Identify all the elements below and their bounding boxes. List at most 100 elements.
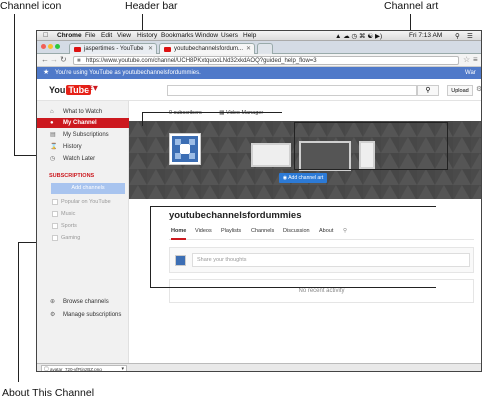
- sidebar-item-what-to-watch[interactable]: ⌂ What to Watch: [37, 107, 129, 117]
- add-channels-button[interactable]: Add channels: [51, 183, 125, 194]
- apple-icon[interactable]: : [43, 32, 48, 39]
- address-bar: ← → ↻ ■ https://www.youtube.com/channel/…: [37, 54, 481, 67]
- status-icons: ▲ ☁ ◷ ⌘ ☯ ▶): [335, 33, 383, 40]
- search-icon: ⚲: [425, 87, 431, 94]
- tab-youtubechannelsfordummies[interactable]: youtubechannelsfordum... ✕: [159, 43, 255, 54]
- browser-menu-icon[interactable]: ≡: [473, 55, 478, 64]
- callout-channel-icon: Channel icon: [0, 0, 62, 12]
- callout-channel-art: Channel art: [384, 0, 439, 12]
- sidebar-item-my-subscriptions[interactable]: ▤ My Subscriptions: [37, 130, 129, 140]
- reload-icon[interactable]: ↻: [60, 55, 67, 64]
- guide-menu-icon[interactable]: ≡▾: [87, 83, 98, 94]
- suggestion-label: Popular on YouTube: [61, 199, 111, 205]
- bookmark-star-icon[interactable]: ☆: [463, 55, 470, 64]
- download-filename: avatar_720-vfFtjnzBZ.png: [50, 367, 102, 372]
- history-icon: ⌛: [50, 144, 58, 150]
- about-channel-bracket: [150, 206, 436, 288]
- suggestion-label: Sports: [61, 223, 77, 229]
- channel-art-bracket: [294, 122, 448, 170]
- sidebar-item-watch-later[interactable]: ◷ Watch Later: [37, 154, 129, 164]
- tab-close-icon[interactable]: ✕: [148, 45, 153, 52]
- clock-icon: ◷: [50, 156, 56, 162]
- callout-line: [14, 14, 16, 156]
- sidebar-item-history[interactable]: ⌛ History: [37, 142, 129, 152]
- menu-file[interactable]: File: [85, 32, 95, 39]
- page-icon: ■: [77, 58, 81, 64]
- gear-icon: ⚙: [50, 312, 56, 318]
- sidebar-item-my-channel[interactable]: ● My Channel: [37, 118, 129, 128]
- menu-clock: Fri 7:13 AM: [409, 32, 443, 39]
- upload-button[interactable]: Upload: [447, 85, 473, 96]
- window-close-icon[interactable]: [41, 44, 46, 49]
- tab-close-icon[interactable]: ✕: [246, 45, 251, 52]
- subscriptions-icon: ▤: [50, 132, 56, 138]
- callout-line: [18, 242, 20, 382]
- desktop-device-icon: [251, 143, 291, 167]
- youtube-favicon-icon: [164, 47, 171, 52]
- suggestion-icon: [52, 211, 58, 217]
- menu-bookmarks[interactable]: Bookmarks: [161, 32, 194, 39]
- settings-gear-icon[interactable]: ⚙: [476, 85, 481, 93]
- menu-history[interactable]: History: [137, 32, 157, 39]
- menu-users[interactable]: Users: [221, 32, 238, 39]
- browser-tab-bar: jaspertimes - YouTube ✕ youtubechannelsf…: [37, 41, 481, 54]
- sidebar-item-browse-channels[interactable]: ⊕ Browse channels: [37, 297, 129, 307]
- add-channel-art-label: Add channel art: [288, 175, 324, 181]
- sidebar-item-label: Watch Later: [63, 156, 96, 162]
- identity-notice-bar: ★ You're using YouTube as youtubechannel…: [37, 67, 481, 79]
- tab-label: youtubechannelsfordum...: [174, 46, 244, 52]
- suggestion-popular[interactable]: Popular on YouTube: [51, 197, 125, 208]
- youtube-header: You Tube ≡▾ ⚲ Upload ⚙: [37, 79, 481, 101]
- header-bar-bracket: [142, 112, 282, 126]
- url-text: https://www.youtube.com/channel/UCH8PKxt…: [86, 58, 317, 64]
- window-minimize-icon[interactable]: [48, 44, 53, 49]
- tab-jaspertimes[interactable]: jaspertimes - YouTube ✕: [69, 43, 157, 54]
- menu-help[interactable]: Help: [243, 32, 256, 39]
- channel-icon[interactable]: [169, 133, 201, 165]
- browser-window:  Chrome File Edit View History Bookmark…: [36, 30, 482, 372]
- youtube-logo[interactable]: You Tube: [49, 85, 92, 95]
- sidebar-item-label: My Channel: [63, 120, 97, 126]
- suggestion-sports[interactable]: Sports: [51, 221, 125, 232]
- download-menu-icon[interactable]: ▾: [121, 366, 124, 371]
- file-icon: ▢: [44, 366, 49, 372]
- forward-arrow-icon[interactable]: →: [50, 55, 58, 64]
- menu-app-name[interactable]: Chrome: [57, 32, 82, 39]
- home-icon: ⌂: [50, 109, 54, 115]
- window-zoom-icon[interactable]: [55, 44, 60, 49]
- callout-about-channel: About This Channel: [2, 387, 95, 399]
- back-arrow-icon[interactable]: ←: [41, 55, 49, 64]
- logo-you: You: [49, 85, 66, 95]
- menu-view[interactable]: View: [117, 32, 131, 39]
- add-channel-art-button[interactable]: ◉ Add channel art: [279, 173, 327, 183]
- no-activity-text: No recent activity: [298, 288, 345, 294]
- sidebar-item-label: What to Watch: [63, 109, 103, 115]
- suggestion-label: Music: [61, 211, 76, 217]
- youtube-favicon-icon: [74, 47, 81, 52]
- sidebar-item-manage-subscriptions[interactable]: ⚙ Manage subscriptions: [37, 310, 129, 320]
- suggestion-icon: [52, 199, 58, 205]
- spotlight-search-icon[interactable]: ⚲: [455, 32, 460, 40]
- search-input[interactable]: [167, 85, 417, 96]
- notification-list-icon[interactable]: ☰: [467, 32, 473, 40]
- menu-edit[interactable]: Edit: [101, 32, 112, 39]
- suggestion-gaming[interactable]: Gaming: [51, 233, 125, 244]
- sidebar-item-label: Browse channels: [63, 299, 109, 305]
- url-field[interactable]: ■ https://www.youtube.com/channel/UCH8PK…: [73, 56, 459, 65]
- suggestion-icon: [52, 223, 58, 229]
- notice-text: You're using YouTube as youtubechannelsf…: [55, 70, 201, 76]
- star-icon: ★: [43, 69, 50, 76]
- search-button[interactable]: ⚲: [417, 85, 439, 96]
- download-item[interactable]: ▢ avatar_720-vfFtjnzBZ.png ▾: [41, 365, 127, 372]
- channel-icon-image: [172, 136, 198, 162]
- channel-icon-symbol: [175, 139, 195, 159]
- tab-label: jaspertimes - YouTube: [84, 46, 144, 52]
- new-tab-button[interactable]: [257, 43, 273, 54]
- suggestion-icon: [52, 235, 58, 241]
- plus-circle-icon: ⊕: [50, 299, 56, 305]
- suggestion-music[interactable]: Music: [51, 209, 125, 220]
- guide-sidebar: ⌂ What to Watch ● My Channel ▤ My Subscript…: [37, 101, 129, 363]
- mac-menu-bar:  Chrome File Edit View History Bookmark…: [37, 31, 481, 41]
- menu-window[interactable]: Window: [195, 32, 218, 39]
- callout-header-bar: Header bar: [125, 0, 178, 12]
